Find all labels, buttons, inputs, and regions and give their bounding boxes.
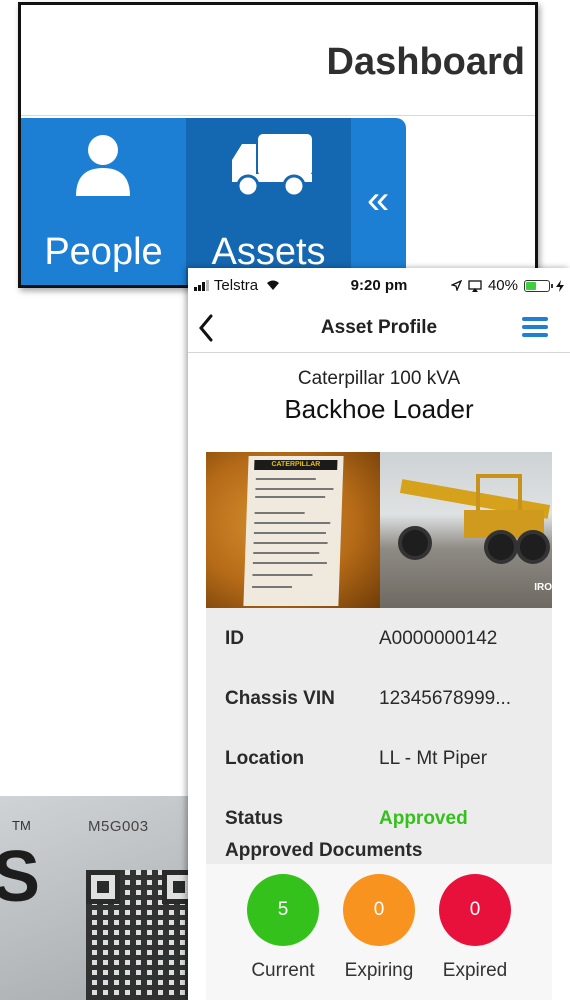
battery-percent: 40% bbox=[487, 277, 518, 294]
sidebar-nav: People Assets « bbox=[21, 118, 406, 285]
qr-label-photo: TM S M5G003 bbox=[0, 796, 200, 1000]
detail-row-id: ID A0000000142 bbox=[206, 608, 552, 668]
doc-expired[interactable]: 0 Expired bbox=[430, 874, 520, 982]
detail-label: Chassis VIN bbox=[225, 688, 335, 709]
location-arrow-icon bbox=[450, 280, 462, 291]
doc-count-current: 5 bbox=[247, 874, 319, 946]
asset-name: Backhoe Loader bbox=[284, 394, 474, 424]
detail-row-location: Location LL - Mt Piper bbox=[206, 728, 552, 788]
status-right: 40% bbox=[450, 277, 564, 294]
doc-current[interactable]: 5 Current bbox=[238, 874, 328, 982]
documents-summary: 5 Current 0 Expiring 0 Expired bbox=[206, 864, 552, 1000]
detail-value: LL - Mt Piper bbox=[379, 748, 488, 769]
detail-label: ID bbox=[225, 628, 244, 649]
brand-letter: S bbox=[0, 837, 41, 917]
nav-bar: Asset Profile bbox=[188, 302, 570, 353]
detail-row-status: Status Approved bbox=[206, 788, 552, 848]
doc-label-expiring: Expiring bbox=[344, 960, 414, 981]
dashboard-title: Dashboard bbox=[326, 41, 525, 83]
detail-value: A0000000142 bbox=[379, 628, 498, 649]
page-title: Asset Profile bbox=[320, 317, 438, 338]
detail-label: Status bbox=[225, 808, 284, 829]
asset-photo-machine[interactable]: IRO bbox=[380, 452, 552, 608]
qr-code-icon bbox=[86, 870, 196, 1000]
trademark-text: TM bbox=[12, 818, 31, 833]
asset-details: ID A0000000142 Chassis VIN 12345678999..… bbox=[206, 608, 552, 908]
asset-photo-nameplate[interactable]: CATERPILLAR bbox=[206, 452, 380, 608]
collapse-icon[interactable]: « bbox=[367, 178, 389, 223]
documents-title: Approved Documents bbox=[225, 840, 423, 861]
model-code: M5G003 bbox=[88, 818, 149, 835]
truck-icon bbox=[232, 134, 312, 198]
detail-value: 12345678999... bbox=[379, 688, 512, 709]
screen-mirror-icon bbox=[468, 279, 482, 292]
nameplate-sticker: CATERPILLAR bbox=[243, 456, 344, 606]
doc-expiring[interactable]: 0 Expiring bbox=[334, 874, 424, 982]
charging-icon bbox=[556, 279, 564, 292]
nav-item-assets[interactable]: Assets bbox=[186, 118, 351, 285]
detail-row-vin: Chassis VIN 12345678999... bbox=[206, 668, 552, 728]
asset-subtitle: Caterpillar 100 kVA bbox=[297, 368, 461, 389]
doc-count-expired: 0 bbox=[439, 874, 511, 946]
phone-screen: Telstra 9:20 pm 40% Asset Profile Caterp… bbox=[188, 268, 570, 1000]
divider bbox=[21, 115, 535, 116]
battery-icon bbox=[524, 279, 553, 292]
detail-label: Location bbox=[225, 748, 305, 769]
hamburger-menu-icon[interactable] bbox=[522, 317, 548, 337]
person-icon bbox=[76, 135, 130, 196]
asset-photos[interactable]: CATERPILLAR IRO bbox=[206, 452, 552, 608]
nav-label-people: People bbox=[44, 231, 163, 273]
doc-count-expiring: 0 bbox=[343, 874, 415, 946]
status-badge: Approved bbox=[379, 808, 468, 829]
doc-label-current: Current bbox=[251, 960, 315, 981]
status-bar: Telstra 9:20 pm 40% bbox=[188, 268, 570, 302]
doc-label-expired: Expired bbox=[442, 960, 508, 981]
nav-item-people[interactable]: People bbox=[21, 118, 186, 285]
photo-watermark: IRO bbox=[534, 582, 552, 593]
dashboard-panel: Dashboard People Assets « bbox=[18, 2, 538, 288]
nameplate-brand: CATERPILLAR bbox=[254, 460, 338, 470]
